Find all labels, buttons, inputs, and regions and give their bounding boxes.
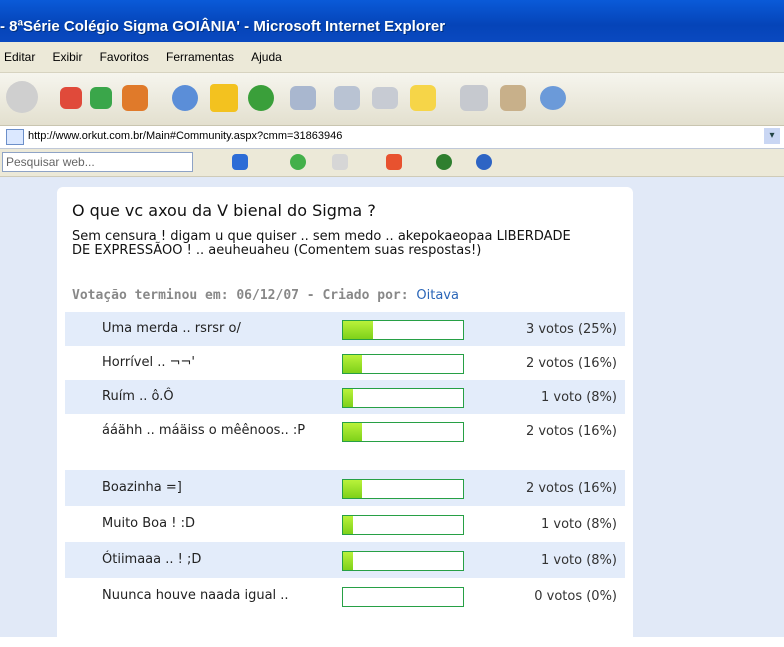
poll-option-row: Boazinha =] 2 votos (16%) <box>65 470 625 506</box>
search-input[interactable]: Pesquisar web... <box>2 152 193 172</box>
poll-option-bar <box>342 354 464 374</box>
poll-card: O que vc axou da V bienal do Sigma ? Sem… <box>57 187 633 647</box>
poll-option-bar-fill <box>343 480 363 498</box>
poll-option-bar-fill <box>343 355 363 373</box>
poll-creator-link[interactable]: Oitava <box>416 288 459 303</box>
poll-title: O que vc axou da V bienal do Sigma ? <box>72 201 376 220</box>
poll-option-votes: 1 voto (8%) <box>540 553 617 568</box>
search-toolbar: Pesquisar web... <box>0 149 784 177</box>
poll-option-row: Ótiimaaa .. ! ;D 1 voto (8%) <box>65 542 625 578</box>
poll-option-bar <box>342 587 464 607</box>
poll-option-bar <box>342 388 464 408</box>
page-content: O que vc axou da V bienal do Sigma ? Sem… <box>0 177 784 647</box>
poll-option-label: Horrível .. ¬¬' <box>102 355 195 370</box>
home-icon[interactable] <box>122 85 148 111</box>
poll-description: Sem censura ! digam u que quiser .. sem … <box>72 229 571 258</box>
poll-option-label: Nuunca houve naada igual .. <box>102 588 289 603</box>
poll-option-bar-fill <box>343 516 353 534</box>
address-url[interactable]: http://www.orkut.com.br/Main#Community.a… <box>28 130 342 142</box>
poll-option-row: Nuunca houve naada igual .. 0 votos (0%) <box>65 578 625 614</box>
poll-option-label: Ótiimaaa .. ! ;D <box>102 552 202 567</box>
poll-option-bar <box>342 515 464 535</box>
poll-option-row: Horrível .. ¬¬' 2 votos (16%) <box>65 346 625 380</box>
menu-bar: Editar Exibir Favoritos Ferramentas Ajud… <box>0 42 784 73</box>
messenger-icon[interactable] <box>500 85 526 111</box>
menu-item-favoritos[interactable]: Favoritos <box>100 50 149 64</box>
menu-item-ajuda[interactable]: Ajuda <box>251 50 282 64</box>
back-icon[interactable] <box>6 81 38 113</box>
users-icon[interactable] <box>540 86 566 110</box>
poll-option-votes: 2 votos (16%) <box>525 424 617 439</box>
history-icon[interactable] <box>248 85 274 111</box>
search-go-icon[interactable] <box>232 154 248 170</box>
poll-option-label: ááähh .. máäiss o mêênoos.. :P <box>102 423 306 438</box>
poll-option-votes: 1 voto (8%) <box>540 517 617 532</box>
poll-meta-label: Votação terminou em: 06/12/07 - Criado p… <box>72 288 409 303</box>
poll-option-row: Uma merda .. rsrsr o/ 3 votos (25%) <box>65 312 625 346</box>
add-icon[interactable] <box>290 154 306 170</box>
poll-option-label: Muito Boa ! :D <box>102 516 195 531</box>
poll-option-votes: 0 votos (0%) <box>534 589 617 604</box>
poll-option-bar <box>342 422 464 442</box>
menu-item-editar[interactable]: Editar <box>4 50 35 64</box>
poll-option-votes: 2 votos (16%) <box>525 356 617 371</box>
window-titlebar: - 8ªSérie Colégio Sigma GOIÂNIA' - Micro… <box>0 0 784 42</box>
stop-icon[interactable] <box>60 87 82 109</box>
menu-item-ferramentas[interactable]: Ferramentas <box>166 50 234 64</box>
poll-option-row: Ruím .. ô.Ô 1 voto (8%) <box>65 380 625 414</box>
menu-item-exibir[interactable]: Exibir <box>52 50 82 64</box>
address-bar[interactable]: http://www.orkut.com.br/Main#Community.a… <box>0 126 784 149</box>
window-icon[interactable] <box>332 154 348 170</box>
poll-option-bar <box>342 320 464 340</box>
toolbar <box>0 73 784 126</box>
help-icon[interactable] <box>476 154 492 170</box>
poll-option-bar-fill <box>343 389 353 407</box>
poll-option-label: Boazinha =] <box>102 480 182 495</box>
poll-option-row: ááähh .. máäiss o mêênoos.. :P 2 votos (… <box>65 414 625 470</box>
favorites-icon[interactable] <box>210 84 238 112</box>
poll-option-votes: 1 voto (8%) <box>540 390 617 405</box>
poll-option-votes: 3 votos (25%) <box>525 322 617 337</box>
poll-option-bar <box>342 479 464 499</box>
butterfly-icon[interactable] <box>386 154 402 170</box>
page-icon <box>6 129 24 145</box>
poll-option-row: Muito Boa ! :D 1 voto (8%) <box>65 506 625 542</box>
poll-option-label: Ruím .. ô.Ô <box>102 389 174 404</box>
poll-option-votes: 2 votos (16%) <box>525 481 617 496</box>
poll-meta: Votação terminou em: 06/12/07 - Criado p… <box>72 288 459 303</box>
poll-option-bar-fill <box>343 321 373 339</box>
print-icon[interactable] <box>334 86 360 110</box>
search-icon[interactable] <box>172 85 198 111</box>
poll-option-bar <box>342 551 464 571</box>
research-icon[interactable] <box>460 85 488 111</box>
refresh-icon[interactable] <box>90 87 112 109</box>
poll-option-bar-fill <box>343 552 353 570</box>
chevron-down-icon[interactable]: ▾ <box>764 128 780 144</box>
window-title: - 8ªSérie Colégio Sigma GOIÂNIA' - Micro… <box>0 18 446 35</box>
edit-icon[interactable] <box>372 87 398 109</box>
notes-icon[interactable] <box>410 85 436 111</box>
poll-option-label: Uma merda .. rsrsr o/ <box>102 321 241 336</box>
poll-option-bar-fill <box>343 423 363 441</box>
mail-icon[interactable] <box>290 86 316 110</box>
shield-icon[interactable] <box>436 154 452 170</box>
